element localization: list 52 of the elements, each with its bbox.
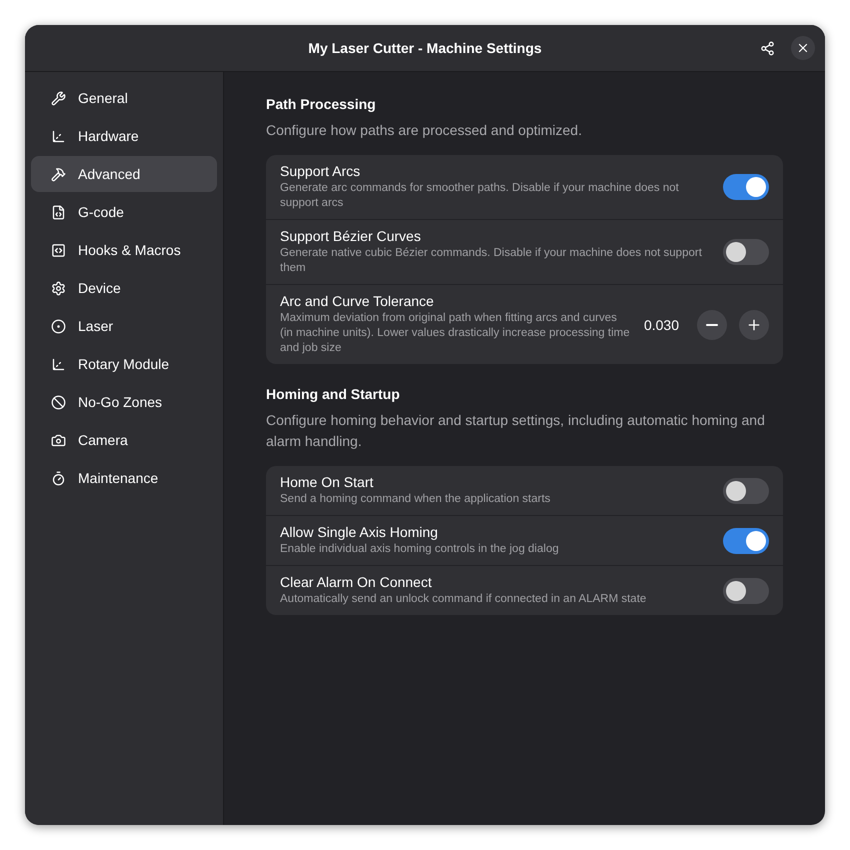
minus-icon <box>706 324 718 326</box>
code-square-icon <box>51 242 66 258</box>
section-title: Path Processing <box>266 96 377 112</box>
code-file-icon <box>51 204 66 220</box>
value-text: 0.030 <box>644 316 679 332</box>
axes-icon <box>51 356 66 372</box>
close-icon <box>796 41 810 55</box>
setting-description: Generate arc commands for smoother paths. Disable if your machine does not support arcs <box>280 181 680 211</box>
sidebar-item[interactable]: Hardware <box>31 118 217 154</box>
sidebar-item[interactable]: Rotary Module <box>31 346 217 382</box>
section-description: Configure how paths are processed and optimized. <box>266 121 583 140</box>
camera-icon <box>51 432 66 448</box>
setting-title: Clear Alarm On Connect <box>280 574 433 590</box>
increase-button[interactable] <box>739 310 769 340</box>
sidebar-item[interactable]: Hooks & Macros <box>31 232 217 268</box>
sidebar-item[interactable]: Camera <box>31 422 217 458</box>
setting-title: Support Bézier Curves <box>280 228 422 244</box>
section-description: Configure homing behavior and startup settings, including automatic homing and alarm handling. <box>266 411 766 451</box>
setting-title: Home On Start <box>280 474 374 490</box>
setting-title: Support Arcs <box>280 163 362 179</box>
axes-icon <box>51 128 66 144</box>
setting-title: Allow Single Axis Homing <box>280 524 439 540</box>
setting-description: Automatically send an unlock command if connected in an ALARM state <box>280 592 648 607</box>
setting-description: Enable individual axis homing controls in the jog dialog <box>280 542 560 557</box>
section-title: Homing and Startup <box>266 386 401 402</box>
prohibited-icon <box>51 394 66 410</box>
toggle-switch[interactable] <box>723 239 769 265</box>
sidebar-item[interactable]: Device <box>31 270 217 306</box>
setting-title: Arc and Curve Tolerance <box>280 293 435 309</box>
toggle-switch[interactable] <box>723 174 769 200</box>
plus-icon <box>746 316 762 332</box>
sidebar-item[interactable]: No-Go Zones <box>31 384 217 420</box>
sidebar-item[interactable]: Advanced <box>31 156 217 192</box>
decrease-button[interactable] <box>697 310 727 340</box>
setting-description: Generate native cubic Bézier commands. Disable if your machine does not support them <box>280 246 703 276</box>
wrench-icon <box>51 90 66 106</box>
close-button[interactable] <box>791 36 815 60</box>
timer-icon <box>51 470 66 486</box>
sidebar-item[interactable]: Laser <box>31 308 217 344</box>
gear-icon <box>51 280 66 296</box>
setting-description: Maximum deviation from original path when fitting arcs and curves (in machine units). Lower values drastically increase processing time and job size <box>280 311 631 356</box>
setting-description: Send a homing command when the application starts <box>280 492 552 507</box>
toggle-switch[interactable] <box>723 478 769 504</box>
toggle-switch[interactable] <box>723 528 769 554</box>
toggle-switch[interactable] <box>723 578 769 604</box>
window-title: My Laser Cutter - Machine Settings <box>308 40 542 56</box>
sidebar-item[interactable]: General <box>31 80 217 116</box>
hammer-icon <box>51 166 66 182</box>
share-icon <box>760 40 774 56</box>
sidebar-item[interactable]: G-code <box>31 194 217 230</box>
target-icon <box>51 318 66 334</box>
sidebar-item[interactable]: Maintenance <box>31 460 217 496</box>
